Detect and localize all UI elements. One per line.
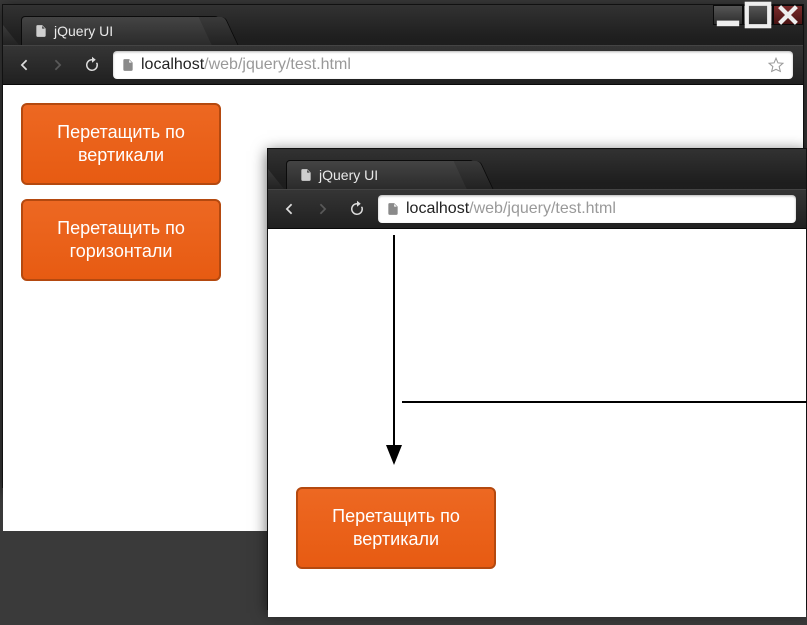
forward-button[interactable] bbox=[312, 198, 334, 220]
back-button[interactable] bbox=[278, 198, 300, 220]
tab-title: jQuery UI bbox=[319, 167, 378, 183]
tab-strip: jQuery UI bbox=[3, 5, 803, 45]
url-text: localhost/web/jquery/test.html bbox=[141, 56, 761, 74]
arrow-right-icon bbox=[50, 57, 66, 73]
page-icon bbox=[34, 24, 48, 38]
browser-tab[interactable]: jQuery UI bbox=[286, 160, 474, 189]
toolbar: localhost/web/jquery/test.html bbox=[268, 189, 806, 228]
page-icon bbox=[386, 202, 400, 216]
draggable-horizontal[interactable]: Перетащить по горизонтали bbox=[21, 199, 221, 281]
reload-icon bbox=[83, 56, 101, 74]
chrome-top: jQuery UI localhost/web/jquery/test.html bbox=[268, 149, 806, 229]
toolbar: localhost/web/jquery/test.html bbox=[3, 45, 803, 84]
chrome-top: jQuery UI localhost/web/jquery/test.html bbox=[3, 5, 803, 85]
forward-button[interactable] bbox=[47, 54, 69, 76]
arrow-right-line-icon bbox=[402, 399, 807, 405]
tab-title: jQuery UI bbox=[54, 23, 113, 39]
tab-strip: jQuery UI bbox=[268, 149, 806, 189]
arrow-down-icon bbox=[384, 235, 404, 465]
arrow-left-icon bbox=[16, 57, 32, 73]
page-icon bbox=[121, 58, 135, 72]
bookmark-icon[interactable] bbox=[767, 56, 785, 74]
back-button[interactable] bbox=[13, 54, 35, 76]
browser-window-b: jQuery UI localhost/web/jquery/test.html bbox=[267, 148, 807, 610]
address-bar[interactable]: localhost/web/jquery/test.html bbox=[113, 51, 793, 79]
page-content-b: Перетащить по вертикали bbox=[268, 229, 806, 617]
address-bar[interactable]: localhost/web/jquery/test.html bbox=[378, 195, 796, 223]
reload-icon bbox=[348, 200, 366, 218]
browser-tab[interactable]: jQuery UI bbox=[21, 16, 219, 45]
page-icon bbox=[299, 168, 313, 182]
reload-button[interactable] bbox=[81, 54, 103, 76]
reload-button[interactable] bbox=[346, 198, 368, 220]
draggable-vertical[interactable]: Перетащить по вертикали bbox=[21, 103, 221, 185]
url-text: localhost/web/jquery/test.html bbox=[406, 200, 788, 218]
arrow-left-icon bbox=[281, 201, 297, 217]
draggable-vertical-moved[interactable]: Перетащить по вертикали bbox=[296, 487, 496, 569]
arrow-right-icon bbox=[315, 201, 331, 217]
